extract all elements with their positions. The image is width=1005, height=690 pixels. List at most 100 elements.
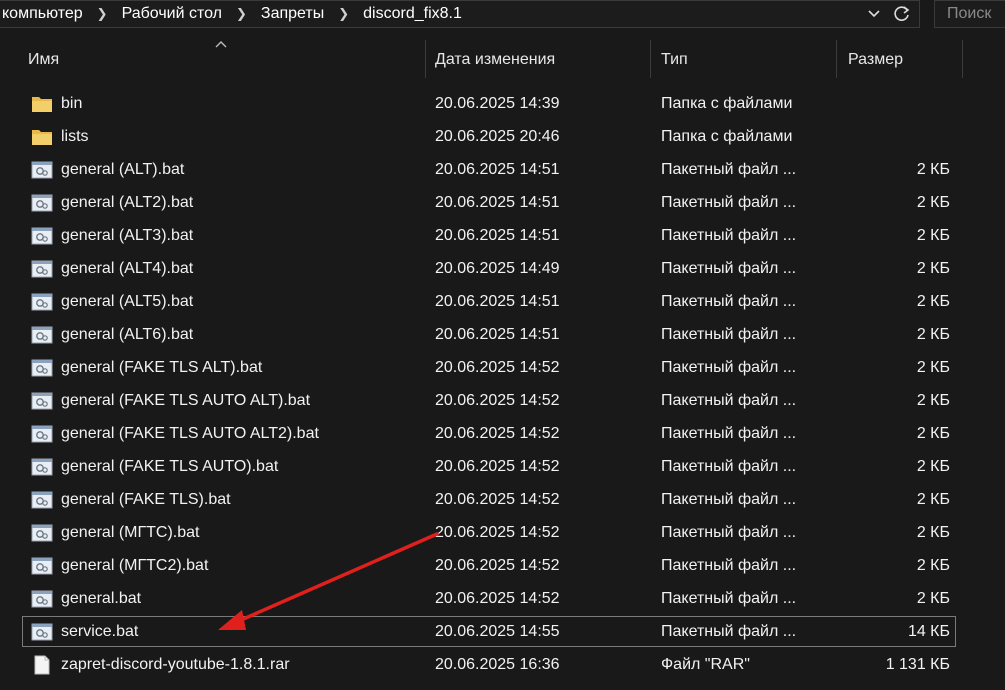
file-row[interactable]: general (ALT2).bat 20.06.2025 14:51 Пакетн… [0, 187, 1005, 220]
file-date-modified: 20.06.2025 14:52 [435, 392, 560, 409]
column-header-date[interactable]: Дата изменения [435, 40, 555, 80]
breadcrumb-computer[interactable]: компьютер [0, 5, 87, 23]
file-date-modified: 20.06.2025 14:52 [435, 458, 560, 475]
file-date-modified: 20.06.2025 14:52 [435, 524, 560, 541]
batch-file-icon [31, 193, 53, 213]
file-name: general (ALT5).bat [61, 293, 194, 310]
file-explorer-window: компьютер ❯ Рабочий стол ❯ Запреты ❯ dis… [0, 0, 1005, 690]
file-size: 2 КБ [916, 359, 950, 376]
file-size: 2 КБ [916, 161, 950, 178]
file-name: general (FAKE TLS).bat [61, 491, 231, 508]
file-date-modified: 20.06.2025 14:52 [435, 557, 560, 574]
file-type: Папка с файлами [661, 128, 793, 145]
file-type: Папка с файлами [661, 95, 793, 112]
folder-icon [31, 94, 53, 114]
file-row[interactable]: general (МГТС).bat 20.06.2025 14:52 Пакетн… [0, 517, 1005, 550]
file-row[interactable]: general (FAKE TLS ALT).bat 20.06.2025 14:… [0, 352, 1005, 385]
batch-file-icon [31, 457, 53, 477]
chevron-down-icon[interactable] [866, 6, 882, 22]
file-size: 2 КБ [916, 590, 950, 607]
batch-file-icon [31, 424, 53, 444]
batch-file-icon [31, 160, 53, 180]
file-row[interactable]: general (ALT5).bat 20.06.2025 14:51 Пакетн… [0, 286, 1005, 319]
file-row[interactable]: bin 20.06.2025 14:39 Папка с файлами [0, 88, 1005, 121]
file-size: 2 КБ [916, 293, 950, 310]
file-date-modified: 20.06.2025 16:36 [435, 656, 560, 673]
sort-ascending-icon [215, 41, 227, 48]
batch-file-icon [31, 325, 53, 345]
file-type: Пакетный файл ... [661, 458, 797, 475]
file-type: Пакетный файл ... [661, 260, 797, 277]
file-date-modified: 20.06.2025 14:39 [435, 95, 560, 112]
file-date-modified: 20.06.2025 14:52 [435, 425, 560, 442]
file-row[interactable]: service.bat 20.06.2025 14:55 Пакетный файл… [0, 616, 1005, 649]
file-name: general (FAKE TLS AUTO ALT2).bat [61, 425, 319, 442]
batch-file-icon [31, 391, 53, 411]
file-date-modified: 20.06.2025 14:52 [435, 491, 560, 508]
address-bar[interactable]: компьютер ❯ Рабочий стол ❯ Запреты ❯ dis… [0, 0, 920, 28]
column-divider[interactable] [836, 40, 837, 78]
file-row[interactable]: general (ALT).bat 20.06.2025 14:51 Пакетны… [0, 154, 1005, 187]
file-row[interactable]: general (FAKE TLS).bat 20.06.2025 14:52 Па… [0, 484, 1005, 517]
file-date-modified: 20.06.2025 14:51 [435, 293, 560, 310]
file-row[interactable]: general (FAKE TLS AUTO ALT2).bat 20.06.20… [0, 418, 1005, 451]
file-icon [31, 655, 53, 675]
file-name: general.bat [61, 590, 142, 607]
file-date-modified: 20.06.2025 20:46 [435, 128, 560, 145]
search-input[interactable]: Поиск [934, 0, 1005, 28]
column-header-type[interactable]: Тип [661, 40, 688, 80]
batch-file-icon [31, 622, 53, 642]
file-name: lists [61, 128, 89, 145]
column-divider[interactable] [425, 40, 426, 78]
file-name: general (ALT4).bat [61, 260, 194, 277]
file-name: general (ALT3).bat [61, 227, 194, 244]
file-date-modified: 20.06.2025 14:51 [435, 161, 560, 178]
file-size: 2 КБ [916, 392, 950, 409]
breadcrumb-discord-fix[interactable]: discord_fix8.1 [359, 5, 466, 23]
file-name: general (ALT).bat [61, 161, 185, 178]
file-date-modified: 20.06.2025 14:51 [435, 194, 560, 211]
file-name: general (FAKE TLS AUTO).bat [61, 458, 279, 475]
file-row[interactable]: general (ALT3).bat 20.06.2025 14:51 Пакетн… [0, 220, 1005, 253]
file-list: bin 20.06.2025 14:39 Папка с файлами lists 2… [0, 88, 1005, 682]
file-type: Файл "RAR" [661, 656, 750, 673]
column-divider[interactable] [650, 40, 651, 78]
column-divider[interactable] [962, 40, 963, 78]
file-name: general (МГТС2).bat [61, 557, 209, 574]
column-header-size[interactable]: Размер [848, 40, 903, 80]
file-name: service.bat [61, 623, 139, 640]
file-size: 2 КБ [916, 557, 950, 574]
file-date-modified: 20.06.2025 14:52 [435, 590, 560, 607]
file-row[interactable]: general (FAKE TLS AUTO).bat 20.06.2025 14… [0, 451, 1005, 484]
toolbar: компьютер ❯ Рабочий стол ❯ Запреты ❯ dis… [0, 0, 1005, 30]
file-name: general (FAKE TLS AUTO ALT).bat [61, 392, 311, 409]
batch-file-icon [31, 523, 53, 543]
batch-file-icon [31, 490, 53, 510]
batch-file-icon [31, 556, 53, 576]
file-size: 1 131 КБ [885, 656, 950, 673]
file-name: general (МГТС).bat [61, 524, 200, 541]
column-header-name[interactable]: Имя [28, 40, 59, 80]
file-type: Пакетный файл ... [661, 392, 797, 409]
file-row[interactable]: general (ALT6).bat 20.06.2025 14:51 Пакетн… [0, 319, 1005, 352]
file-row[interactable]: zapret-discord-youtube-1.8.1.rar 20.06.20… [0, 649, 1005, 682]
file-size: 14 КБ [907, 623, 950, 640]
chevron-right-icon[interactable]: ❯ [328, 6, 359, 22]
breadcrumb-desktop[interactable]: Рабочий стол [118, 5, 226, 23]
file-row[interactable]: general.bat 20.06.2025 14:52 Пакетный файл… [0, 583, 1005, 616]
file-type: Пакетный файл ... [661, 557, 797, 574]
file-size: 2 КБ [916, 227, 950, 244]
chevron-right-icon[interactable]: ❯ [226, 6, 257, 22]
breadcrumb-zaprety[interactable]: Запреты [257, 5, 328, 23]
file-type: Пакетный файл ... [661, 590, 797, 607]
file-row[interactable]: general (МГТС2).bat 20.06.2025 14:52 Пакет… [0, 550, 1005, 583]
chevron-right-icon[interactable]: ❯ [87, 6, 118, 22]
refresh-icon[interactable] [892, 4, 912, 24]
file-row[interactable]: general (FAKE TLS AUTO ALT).bat 20.06.202… [0, 385, 1005, 418]
file-date-modified: 20.06.2025 14:51 [435, 227, 560, 244]
file-name: general (FAKE TLS ALT).bat [61, 359, 263, 376]
batch-file-icon [31, 358, 53, 378]
file-date-modified: 20.06.2025 14:55 [435, 623, 560, 640]
file-row[interactable]: lists 20.06.2025 20:46 Папка с файлами [0, 121, 1005, 154]
file-row[interactable]: general (ALT4).bat 20.06.2025 14:49 Пакетн… [0, 253, 1005, 286]
